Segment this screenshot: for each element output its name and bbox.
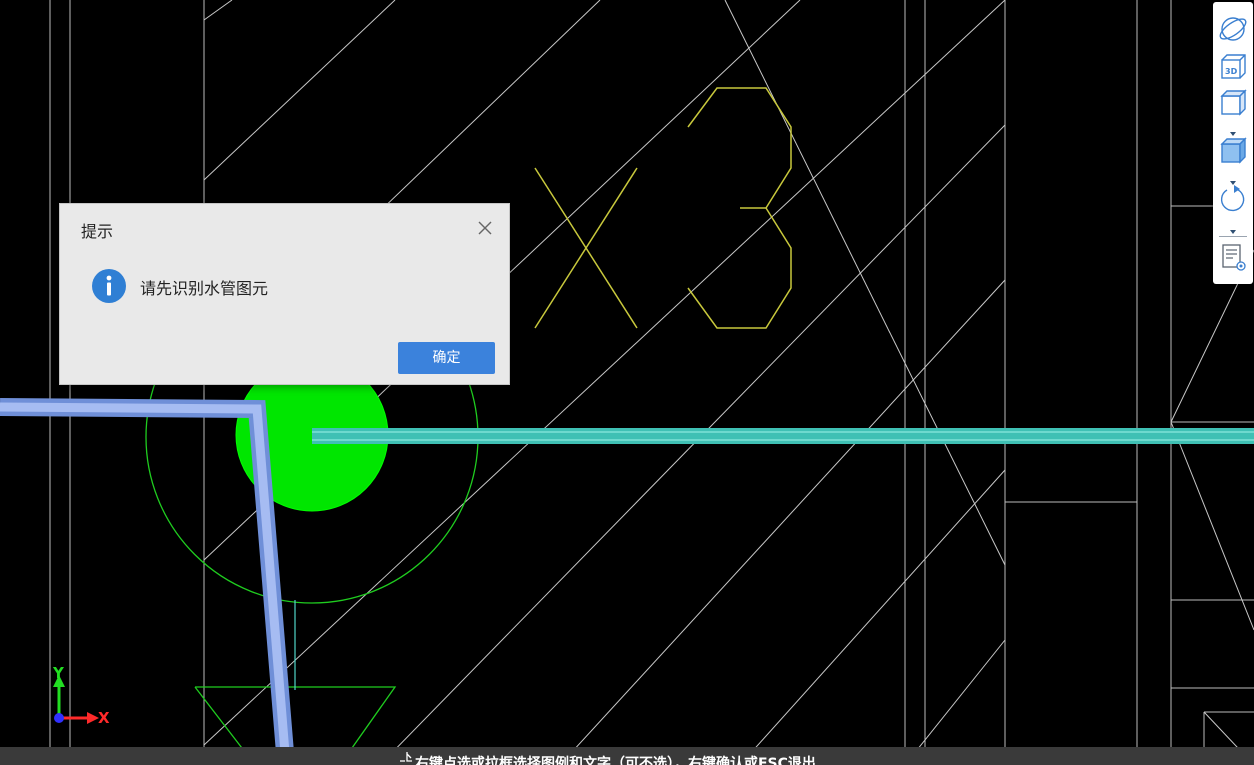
3d-view-icon[interactable]: 3D xyxy=(1217,52,1249,82)
prompt-dialog: 提示 请先识别水管图元 确定 xyxy=(59,203,510,385)
dialog-title: 提示 xyxy=(81,222,114,241)
axis-x-label: X xyxy=(98,709,110,727)
toolbar-divider xyxy=(1219,236,1247,237)
svg-text:3D: 3D xyxy=(1225,67,1238,76)
info-icon xyxy=(91,268,127,304)
ok-button[interactable]: 确定 xyxy=(398,342,495,374)
cursor-icon xyxy=(400,752,412,762)
view-toolbar: 3D xyxy=(1213,2,1253,284)
chevron-down-icon[interactable] xyxy=(1227,123,1239,136)
display-mode-icon[interactable] xyxy=(1217,136,1249,166)
axis-y-label: Y xyxy=(53,664,64,682)
rotate-icon[interactable] xyxy=(1217,184,1249,214)
status-prompt-text: 右键点选或拉框选择图例和文字（可不选），右键确认或ESC退出 xyxy=(415,756,816,765)
properties-view-icon[interactable] xyxy=(1217,242,1249,272)
status-bar: 右键点选或拉框选择图例和文字（可不选），右键确认或ESC退出 xyxy=(0,747,1254,765)
cyan-pipe[interactable] xyxy=(312,428,1254,444)
chevron-down-icon[interactable] xyxy=(1227,172,1239,185)
close-icon[interactable] xyxy=(475,218,495,238)
dialog-message: 请先识别水管图元 xyxy=(140,279,269,298)
chevron-down-icon[interactable] xyxy=(1227,221,1239,234)
orbit-icon[interactable] xyxy=(1217,14,1249,44)
view-cube-icon[interactable] xyxy=(1217,88,1249,118)
